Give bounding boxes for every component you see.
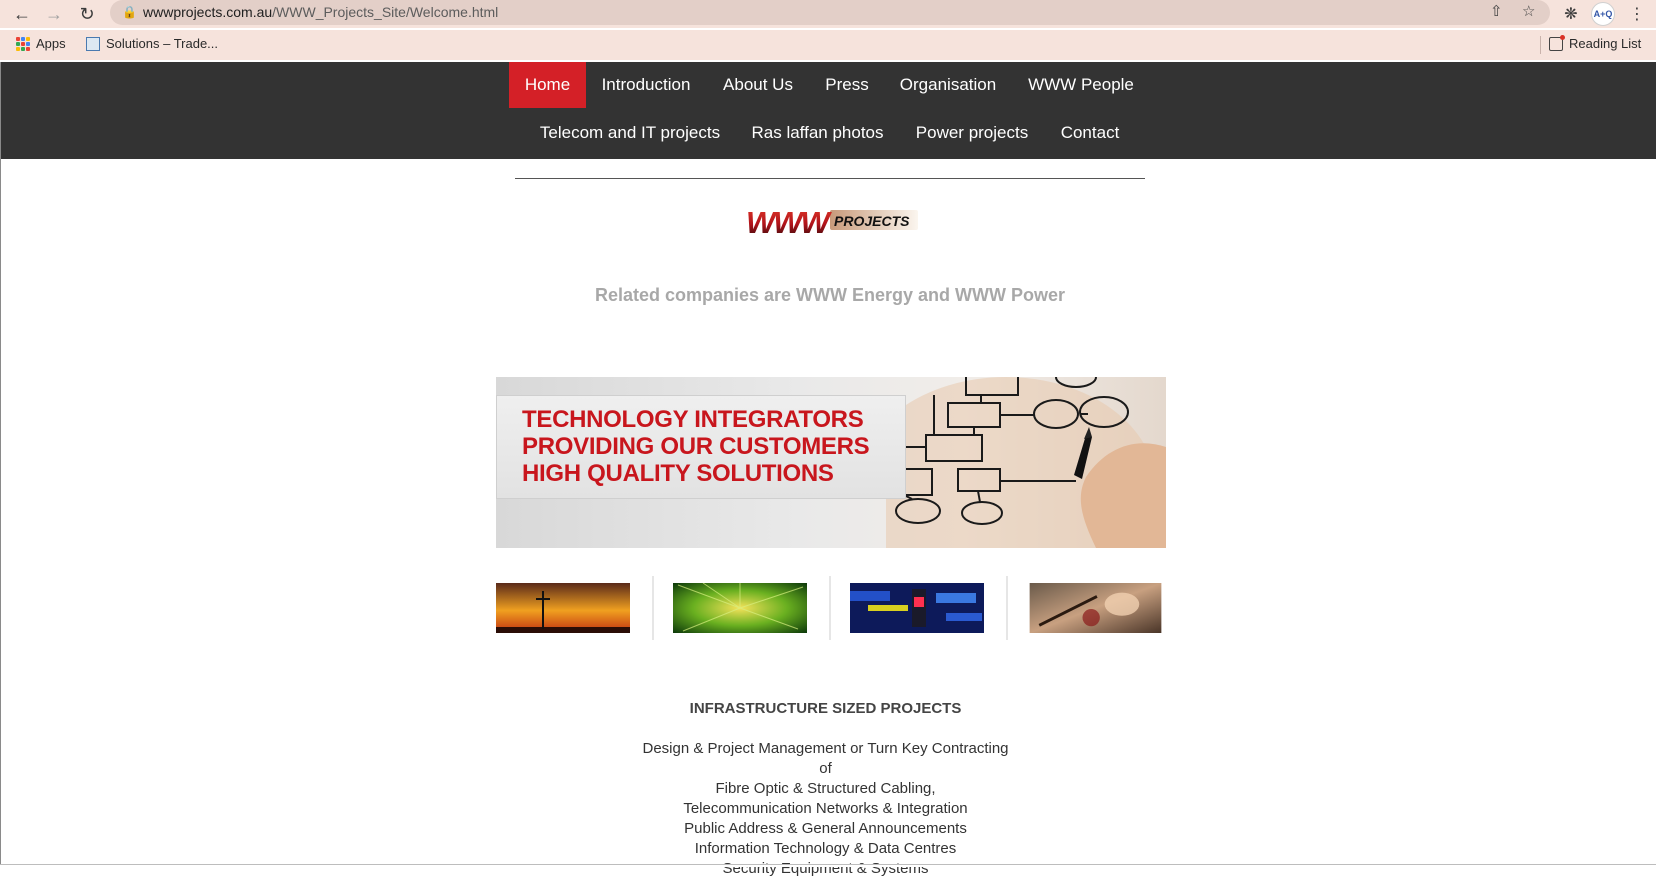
thumb-separator <box>829 576 831 640</box>
banner-line-1: TECHNOLOGY INTEGRATORS <box>522 406 864 433</box>
nav-ras-laffan-photos[interactable]: Ras laffan photos <box>745 110 890 156</box>
site-favicon <box>86 36 100 51</box>
hero-banner: TECHNOLOGY INTEGRATORS PROVIDING OUR CUS… <box>496 377 1166 548</box>
browser-toolbar: ← → ↻ 🔒 wwwprojects.com.au/WWW_Projects_… <box>0 0 1656 28</box>
apps-grid-icon <box>16 36 30 51</box>
nav-telecom-it-projects[interactable]: Telecom and IT projects <box>536 110 724 156</box>
bookmarks-bar: Apps Solutions – Trade... Reading List <box>0 30 1656 60</box>
site-navigation: Home Introduction About Us Press Organis… <box>0 62 1656 159</box>
nav-power-projects[interactable]: Power projects <box>910 110 1034 156</box>
flowchart-hand-illustration <box>886 377 1166 548</box>
related-companies-text: Related companies are WWW Energy and WWW… <box>594 285 1066 305</box>
reload-icon[interactable]: ↻ <box>75 2 99 26</box>
bookmark-solutions-label: Solutions – Trade... <box>106 36 219 51</box>
logo-projects-text: PROJECTS <box>834 213 910 229</box>
nav-contact[interactable]: Contact <box>1053 110 1127 156</box>
thumb-fibre-optics[interactable] <box>673 583 807 633</box>
thumb-network-cables[interactable] <box>850 583 984 633</box>
content-line: Security Equipment & Systems <box>722 860 929 877</box>
extensions-icon[interactable]: ❋ <box>1559 2 1583 26</box>
nav-about-us[interactable]: About Us <box>716 62 800 108</box>
menu-dots-icon[interactable]: ⋮ <box>1625 2 1649 26</box>
banner-text-box: TECHNOLOGY INTEGRATORS PROVIDING OUR CUS… <box>496 395 906 499</box>
banner-line-3: HIGH QUALITY SOLUTIONS <box>522 460 834 487</box>
logo-www-text: WWW <box>746 205 833 240</box>
section-headline: INFRASTRUCTURE SIZED PROJECTS <box>689 700 962 717</box>
www-projects-logo[interactable]: WWW PROJECTS <box>744 204 919 240</box>
url-text[interactable]: wwwprojects.com.au/WWW_Projects_Site/Wel… <box>143 4 498 20</box>
content-line: Information Technology & Data Centres <box>694 840 957 857</box>
address-bar[interactable]: 🔒 wwwprojects.com.au/WWW_Projects_Site/W… <box>110 0 1550 25</box>
content-line: Fibre Optic & Structured Cabling, <box>715 780 936 797</box>
content-line: Design & Project Management or Turn Key … <box>642 740 1009 757</box>
reading-list-label: Reading List <box>1569 36 1642 51</box>
reading-list-icon <box>1549 34 1565 51</box>
thumb-industrial-work[interactable] <box>1027 583 1164 633</box>
nav-home[interactable]: Home <box>509 62 586 108</box>
thumb-separator <box>652 576 654 640</box>
bookmark-star-icon[interactable]: ☆ <box>1522 2 1535 20</box>
nav-press[interactable]: Press <box>816 62 878 108</box>
bookmark-apps[interactable]: Apps <box>16 36 66 51</box>
thumb-separator <box>1006 576 1008 640</box>
banner-line-2: PROVIDING OUR CUSTOMERS <box>522 433 870 460</box>
bookmark-apps-label: Apps <box>36 36 66 51</box>
lock-icon: 🔒 <box>122 5 137 19</box>
back-icon[interactable]: ← <box>10 2 34 26</box>
header-divider <box>515 178 1145 179</box>
content-line: of <box>819 760 832 777</box>
profile-avatar[interactable]: A+Q <box>1591 2 1615 26</box>
forward-icon[interactable]: → <box>42 2 66 26</box>
thumb-sunset-tower[interactable] <box>496 583 630 633</box>
bookmark-solutions[interactable]: Solutions – Trade... <box>86 36 218 51</box>
content-line: Telecommunication Networks & Integration <box>683 800 968 817</box>
url-domain: wwwprojects.com.au <box>143 4 273 20</box>
url-path: /WWW_Projects_Site/Welcome.html <box>272 4 499 20</box>
bookmarks-divider <box>1540 36 1541 54</box>
nav-www-people[interactable]: WWW People <box>1019 62 1143 108</box>
reading-list-button[interactable]: Reading List <box>1549 34 1642 51</box>
nav-introduction[interactable]: Introduction <box>594 62 698 108</box>
content-line: Public Address & General Announcements <box>684 820 967 837</box>
nav-organisation[interactable]: Organisation <box>894 62 1002 108</box>
share-icon[interactable]: ⇧ <box>1490 2 1503 20</box>
